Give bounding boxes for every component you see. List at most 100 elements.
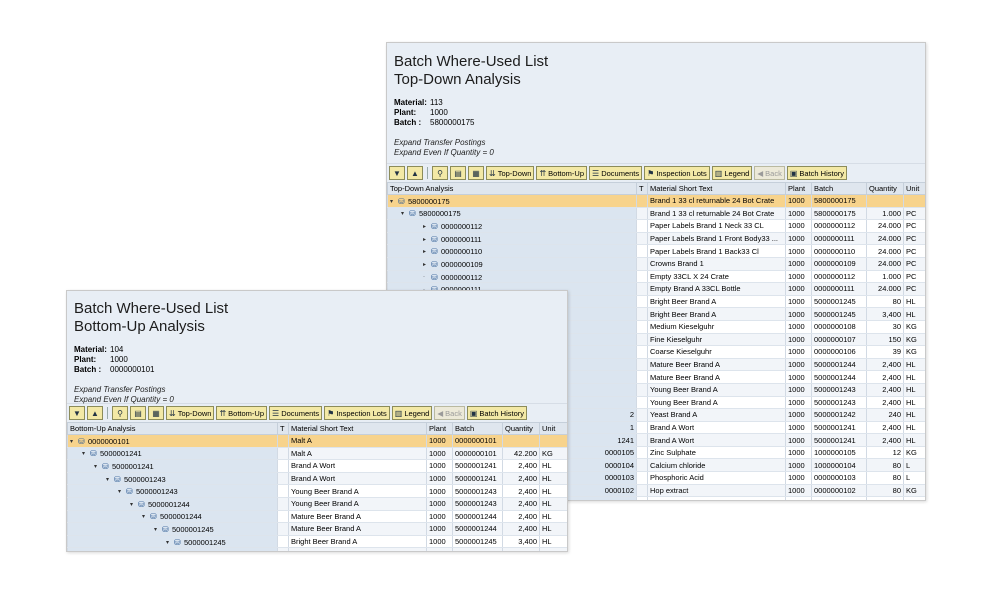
unit-column-header[interactable]: Unit [539,422,567,435]
expand-arrow-icon[interactable]: ▾ [70,438,78,445]
batch-cell: 0000000107 [811,333,867,347]
table-row[interactable]: ▾ ⛁ 5000001243 Young Beer Brand A 1000 500000… [67,484,567,498]
type-cell [277,535,289,549]
batch-history-button[interactable]: ▣ Batch History [466,406,527,420]
plant-column-header[interactable]: Plant [785,182,812,195]
text-column-header[interactable]: Material Short Text [288,422,427,435]
quantity-column-header[interactable]: Quantity [866,182,904,195]
table-row[interactable]: ▾ ⛁ 5000001245 Bright Beer Brand A 1000 50000… [67,535,567,549]
expand-arrow-icon[interactable]: ▾ [82,450,90,457]
table-row[interactable]: ▾ ⛁ 5800000175 Brand 1 33 cl returnable 24 … [387,207,925,221]
bottom-up-button[interactable]: ⇈ Bottom-Up [216,406,268,420]
bottom-up-button[interactable]: ⇈ Bottom-Up [536,166,588,180]
table-row[interactable]: ▾ ⛁ 5000001241 Brand A Wort 1000 5000001241 2,… [67,459,567,473]
tree-cell[interactable]: ▾⛁5800000175 [387,207,637,221]
tree-column-header[interactable]: Top-Down Analysis [387,182,637,195]
expand-arrow-icon[interactable]: ▾ [154,526,162,533]
expand-icon[interactable]: ▼ [69,406,85,420]
print-icon[interactable]: ▤ [130,406,146,420]
plant-column-header[interactable]: Plant [426,422,453,435]
tree-cell[interactable]: ▾⛁5800000175 [387,194,637,208]
tree-cell[interactable]: ▾ ⛁ 5000001241 [67,447,278,461]
tree-cell[interactable]: ▾⛁5800000175 [67,547,278,552]
expand-arrow-icon[interactable]: ▾ [178,551,186,552]
text-cell: Brand 1 33 cl returnable 24 Bot Crate [647,194,786,208]
tree-cell[interactable]: ▸ ⛁ 0000000111 [387,232,637,246]
tree-cell[interactable]: ▾ ⛁ 5000001243 [67,472,278,486]
print-icon[interactable]: ▤ [450,166,466,180]
table-row[interactable]: ▾ ⛁ 5000001244 Young Beer Brand A 1000 500000… [67,497,567,511]
tree-cell[interactable]: ▾ ⛁ 5000001244 [67,497,278,511]
inspection-lots-button[interactable]: ⚑ Inspection Lots [324,406,390,420]
legend-button[interactable]: ▥ Legend [711,166,753,180]
quantity-column-header[interactable]: Quantity [502,422,540,435]
layout-icon[interactable]: ▦ [468,166,484,180]
plant-cell: 1000 [785,282,812,296]
expand-arrow-icon[interactable]: ▾ [130,501,138,508]
table-row[interactable]: ▾ ⛁ 5000001241 Malt A 1000 0000000101 42.200 KG [67,447,567,461]
expand-arrow-icon[interactable]: ▸ [423,223,431,230]
table-row[interactable]: ▸ ⛁ 0000000112 Paper Labels Brand 1 Neck 33… [387,219,925,233]
expand-arrow-icon[interactable]: ▾ [401,210,409,217]
tree-cell[interactable]: ▾ ⛁ 5000001243 [67,484,278,498]
table-row[interactable]: · ⛁ 0000000112 Empty 33CL X 24 Crate 1000 000… [387,270,925,284]
expand-arrow-icon[interactable]: ▾ [142,513,150,520]
tree-cell[interactable]: · ⛁ 0000000112 [387,270,637,284]
layout-icon[interactable]: ▦ [148,406,164,420]
batch-column-header[interactable]: Batch [811,182,867,195]
type-column-header[interactable]: T [636,182,648,195]
collapse-icon[interactable]: ▲ [87,406,103,420]
table-row[interactable]: ▸ ⛁ 0000000110 Paper Labels Brand 1 Back33 … [387,244,925,258]
text-column-header[interactable]: Material Short Text [647,182,786,195]
expand-arrow-icon[interactable]: ▸ [423,236,431,243]
expand-icon[interactable]: ▼ [389,166,405,180]
unit-column-header[interactable]: Unit [903,182,925,195]
expand-arrow-icon[interactable]: ▸ [423,248,431,255]
batch-column-header[interactable]: Batch [452,422,503,435]
inspection-lots-button[interactable]: ⚑ Inspection Lots [644,166,710,180]
expand-arrow-icon[interactable]: ▾ [166,539,174,546]
documents-button[interactable]: ☰ Documents [589,166,643,180]
type-cell [636,358,648,372]
table-row[interactable]: ▾⛁5800000175 Bright Beer Brand A100050000… [67,547,567,552]
expand-arrow-icon[interactable]: · [423,274,431,280]
tree-node-label: 5000001244 [160,512,202,522]
tree-cell[interactable]: ▾ ⛁ 5000001245 [67,522,278,536]
table-row[interactable]: ▾ ⛁ 5000001243 Brand A Wort 1000 5000001241 2,… [67,472,567,486]
table-row[interactable]: ▸ ⛁ 0000000111 Paper Labels Brand 1 Front B… [387,232,925,246]
documents-button[interactable]: ☰ Documents [269,406,323,420]
tree-cell[interactable]: ▸ ⛁ 0000000109 [387,257,637,271]
top-down-button[interactable]: ⇊ Top-Down [486,166,535,180]
tree-cell[interactable]: ▸ ⛁ 0000000110 [387,244,637,258]
plant-cell: 1000 [785,358,812,372]
quantity-cell: 42.200 [866,496,904,500]
type-column-header[interactable]: T [277,422,289,435]
expand-arrow-icon[interactable]: ▾ [106,476,114,483]
expand-arrow-icon[interactable]: ▾ [94,463,102,470]
selected-row[interactable]: ▾ ⛁ 5800000175 Brand 1 33 cl returnable 24 … [387,194,925,208]
legend-button[interactable]: ▥ Legend [391,406,433,420]
unit-cell: L [903,458,925,473]
batch-history-button[interactable]: ▣ Batch History [786,166,847,180]
tree-cell[interactable]: ▸ ⛁ 0000000112 [387,219,637,233]
expand-arrow-icon[interactable]: ▾ [118,488,126,495]
tree-column-header[interactable]: Bottom-Up Analysis [67,422,278,435]
tree-cell[interactable]: ▾ ⛁ 5000001241 [67,459,278,473]
tree-cell[interactable]: ▾ ⛁ 0000000101 [67,434,278,448]
tree-cell[interactable]: ▾ ⛁ 5000001244 [67,510,278,524]
find-icon[interactable]: ⚲ [432,166,448,180]
tree-cell[interactable]: ▾ ⛁ 5000001245 [67,535,278,549]
type-cell [277,447,289,461]
collapse-icon[interactable]: ▲ [407,166,423,180]
back-button[interactable]: ◀ Back [754,166,785,180]
table-row[interactable]: ▾ ⛁ 5000001244 Mature Beer Brand A 1000 50000… [67,510,567,524]
find-icon[interactable]: ⚲ [112,406,128,420]
table-row[interactable]: ▸ ⛁ 0000000109 Crowns Brand 1 1000 0000000109… [387,257,925,271]
expand-arrow-icon[interactable]: ▾ [390,198,398,205]
top-down-button[interactable]: ⇊ Top-Down [166,406,215,420]
batch-cell: 5000001245 [811,295,867,309]
expand-arrow-icon[interactable]: ▸ [423,261,431,268]
table-row[interactable]: ▾ ⛁ 5000001245 Mature Beer Brand A 1000 50000… [67,522,567,536]
back-button[interactable]: ◀ Back [434,406,465,420]
selected-row[interactable]: ▾ ⛁ 0000000101 Malt A 1000 0000000101 [67,434,567,448]
